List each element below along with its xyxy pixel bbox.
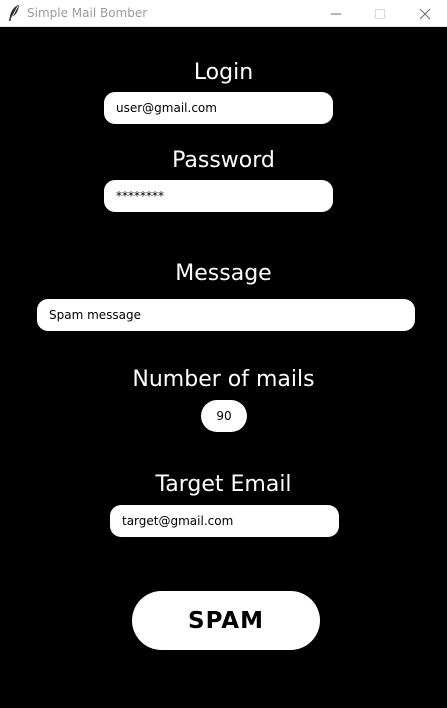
app-window: Simple Mail Bomber Login Password Messag… bbox=[0, 0, 447, 708]
mail-count-input[interactable] bbox=[201, 400, 247, 432]
maximize-button[interactable] bbox=[358, 0, 402, 27]
target-email-label: Target Email bbox=[155, 472, 292, 497]
message-label: Message bbox=[175, 261, 272, 286]
maximize-icon bbox=[375, 8, 385, 19]
count-label: Number of mails bbox=[132, 367, 315, 392]
login-input[interactable] bbox=[104, 92, 333, 124]
login-label: Login bbox=[193, 60, 254, 85]
target-email-input[interactable] bbox=[110, 505, 339, 537]
close-button[interactable] bbox=[403, 0, 447, 27]
window-title: Simple Mail Bomber bbox=[27, 6, 148, 20]
message-input[interactable] bbox=[37, 299, 415, 331]
feather-icon bbox=[7, 4, 21, 22]
spam-button[interactable]: SPAM bbox=[132, 591, 320, 650]
title-bar[interactable]: Simple Mail Bomber bbox=[0, 0, 447, 27]
close-icon bbox=[419, 8, 431, 19]
minimize-icon bbox=[331, 13, 341, 14]
password-label: Password bbox=[172, 148, 275, 173]
minimize-button[interactable] bbox=[314, 0, 358, 27]
password-input[interactable] bbox=[104, 180, 333, 212]
